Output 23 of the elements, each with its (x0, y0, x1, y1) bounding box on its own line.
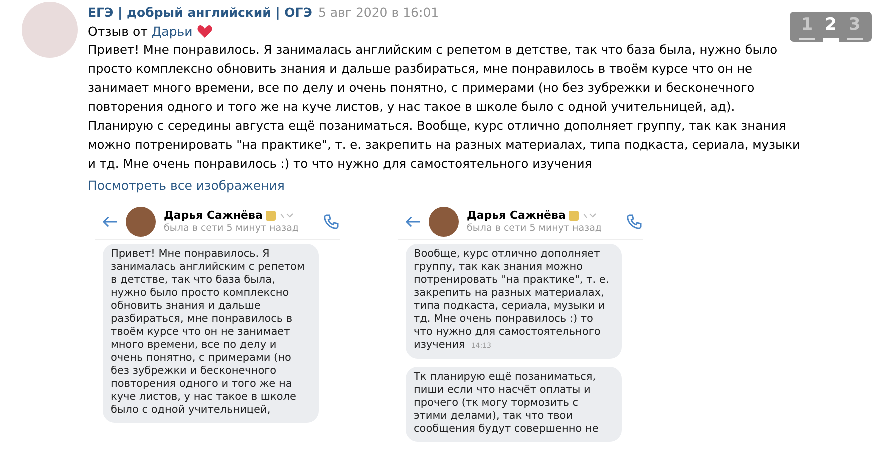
phone-icon[interactable] (626, 213, 643, 231)
emoji-icon (568, 211, 579, 221)
post-text: Привет! Мне понравилось. Я занималась английским с репетом в детстве, так что база была, нужно было просто комплексно обновить знания и дальше разбираться, мне понравилось в твоём курсе что он не занимает много времени, все по делу и очень понятно, с примерами (но без зубрежки и бесконечного повторения одного и того же на куче листов, у нас такое в школе было с одной учительницей, ад). Планирую с середины августа ещё позаниматься. Вообще, курс отлично дополняет группу, так как знания можно потренировать "на практике", т. е. закрепить на разных материалах, типа подкаста, сериала, музыки и тд. Мне очень понравилось :) то что нужно для самостоятельного изучения (88, 42, 802, 173)
message-bubble: Тк планирую ещё позаниматься, пиши если что насчёт оплаты и прочего (тк могу тормозить с этими делами), так что твои сообщения будут совершенно не (406, 367, 622, 442)
contact-name: Дарья Сажнёва (164, 209, 263, 223)
contact-avatar (429, 207, 460, 237)
contact-avatar (126, 207, 156, 237)
contact-status: была в сети 5 минут назад (467, 223, 603, 235)
contact-status: была в сети 5 минут назад (164, 223, 300, 235)
chevron-icon (278, 212, 293, 220)
chevron-icon (582, 212, 596, 220)
heart-icon (196, 24, 213, 38)
back-arrow-icon[interactable] (406, 216, 422, 228)
message-bubble: Привет! Мне понравилось. Я занималась английским с репетом в детстве, так что база была, нужно было просто комплексно обновить знания и дальше разбираться, мне понравилось в твоём курсе что он не занимает много времени, все по делу и очень понятно, с примерами (но без зубрежки и бесконечного повторения одного и того же на куче листов, у нас такое в школе было с одной учительницей, (103, 244, 319, 423)
show-all-images-link[interactable]: Посмотреть все изображения (88, 176, 285, 195)
back-arrow-icon[interactable] (103, 216, 118, 228)
emoji-icon (266, 211, 276, 221)
post-date: 5 авг 2020 в 16:01 (318, 4, 440, 22)
contact-name: Дарья Сажнёва (467, 209, 566, 223)
phone-icon[interactable] (323, 213, 340, 231)
author-link[interactable]: Дарьи (152, 24, 193, 39)
group-name[interactable]: ЕГЭ | добрый английский | ОГЭ (88, 4, 312, 22)
review-intro: Отзыв от Дарьи (88, 23, 193, 41)
